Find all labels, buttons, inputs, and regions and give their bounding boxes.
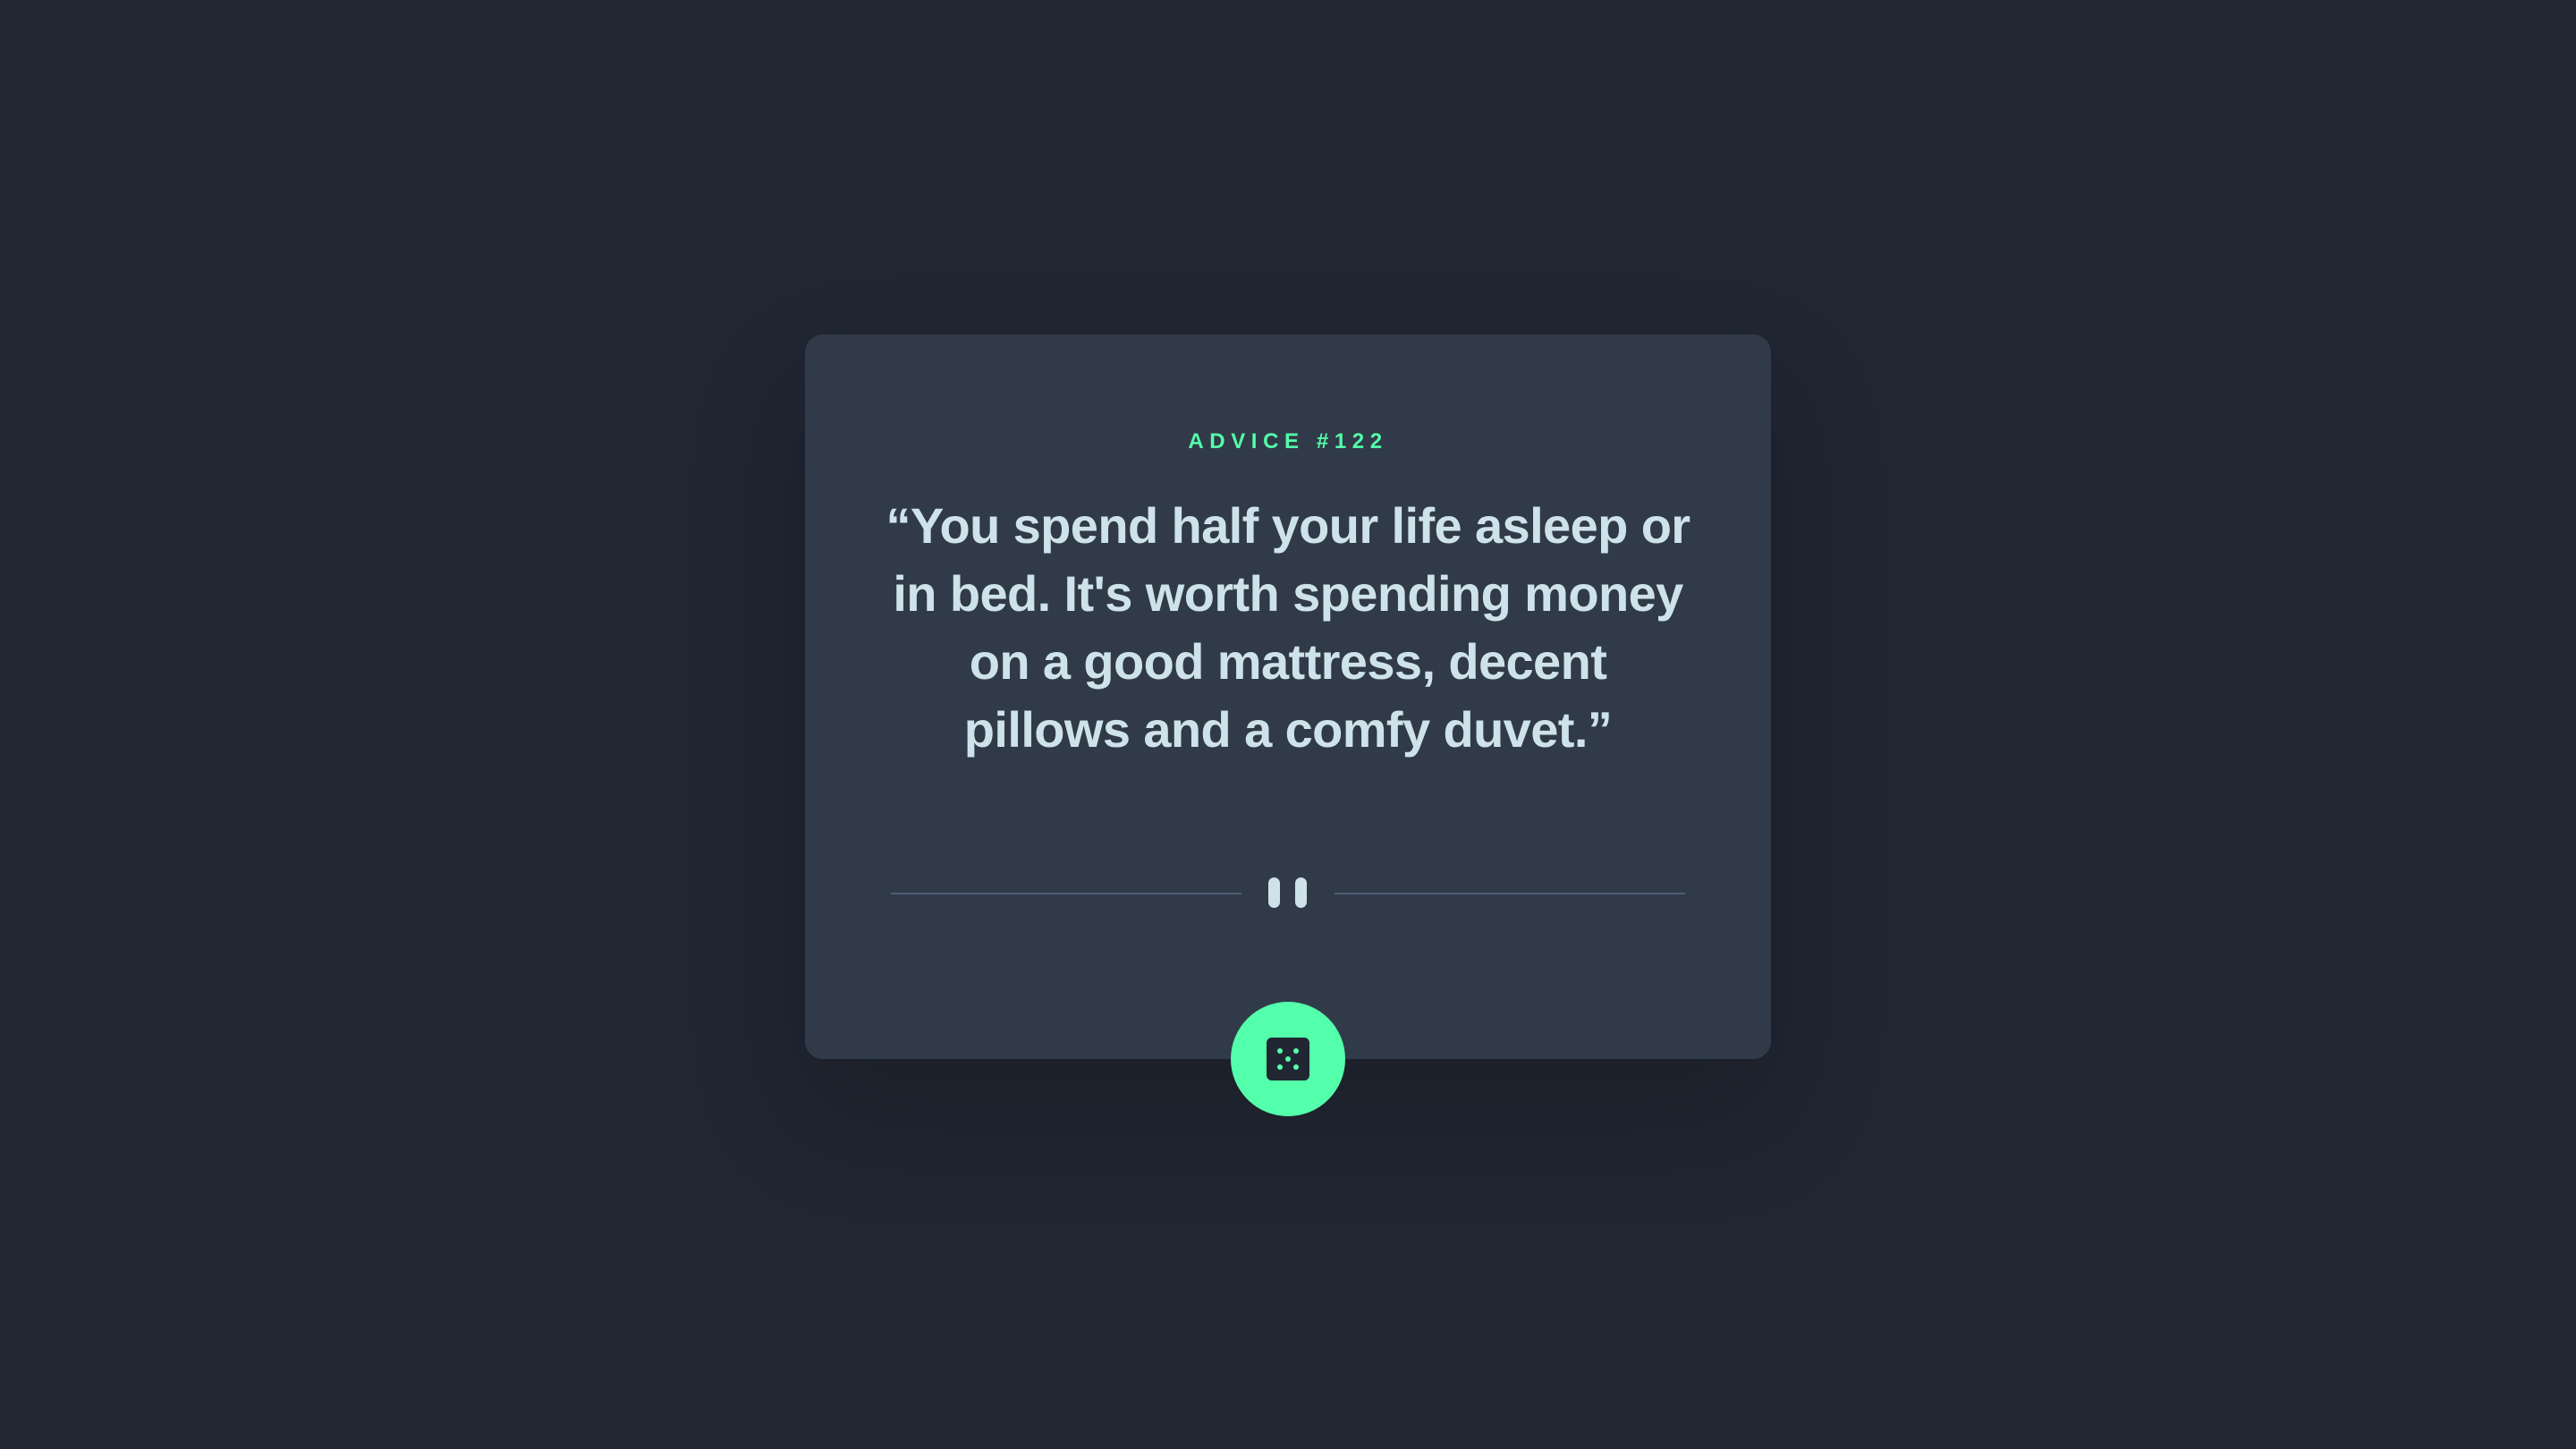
pause-icon	[1268, 877, 1308, 908]
pause-bar-right	[1295, 877, 1307, 908]
divider-line-right	[1335, 893, 1685, 894]
advice-id: ADVICE #122	[1188, 429, 1388, 453]
divider-line-left	[891, 893, 1241, 894]
pause-bar-left	[1268, 877, 1280, 908]
new-advice-button[interactable]	[1231, 1002, 1345, 1116]
advice-card: ADVICE #122 “You spend half your life as…	[805, 335, 1771, 1059]
advice-quote: “You spend half your life asleep or in b…	[886, 497, 1690, 758]
dice-icon	[1267, 1038, 1309, 1080]
